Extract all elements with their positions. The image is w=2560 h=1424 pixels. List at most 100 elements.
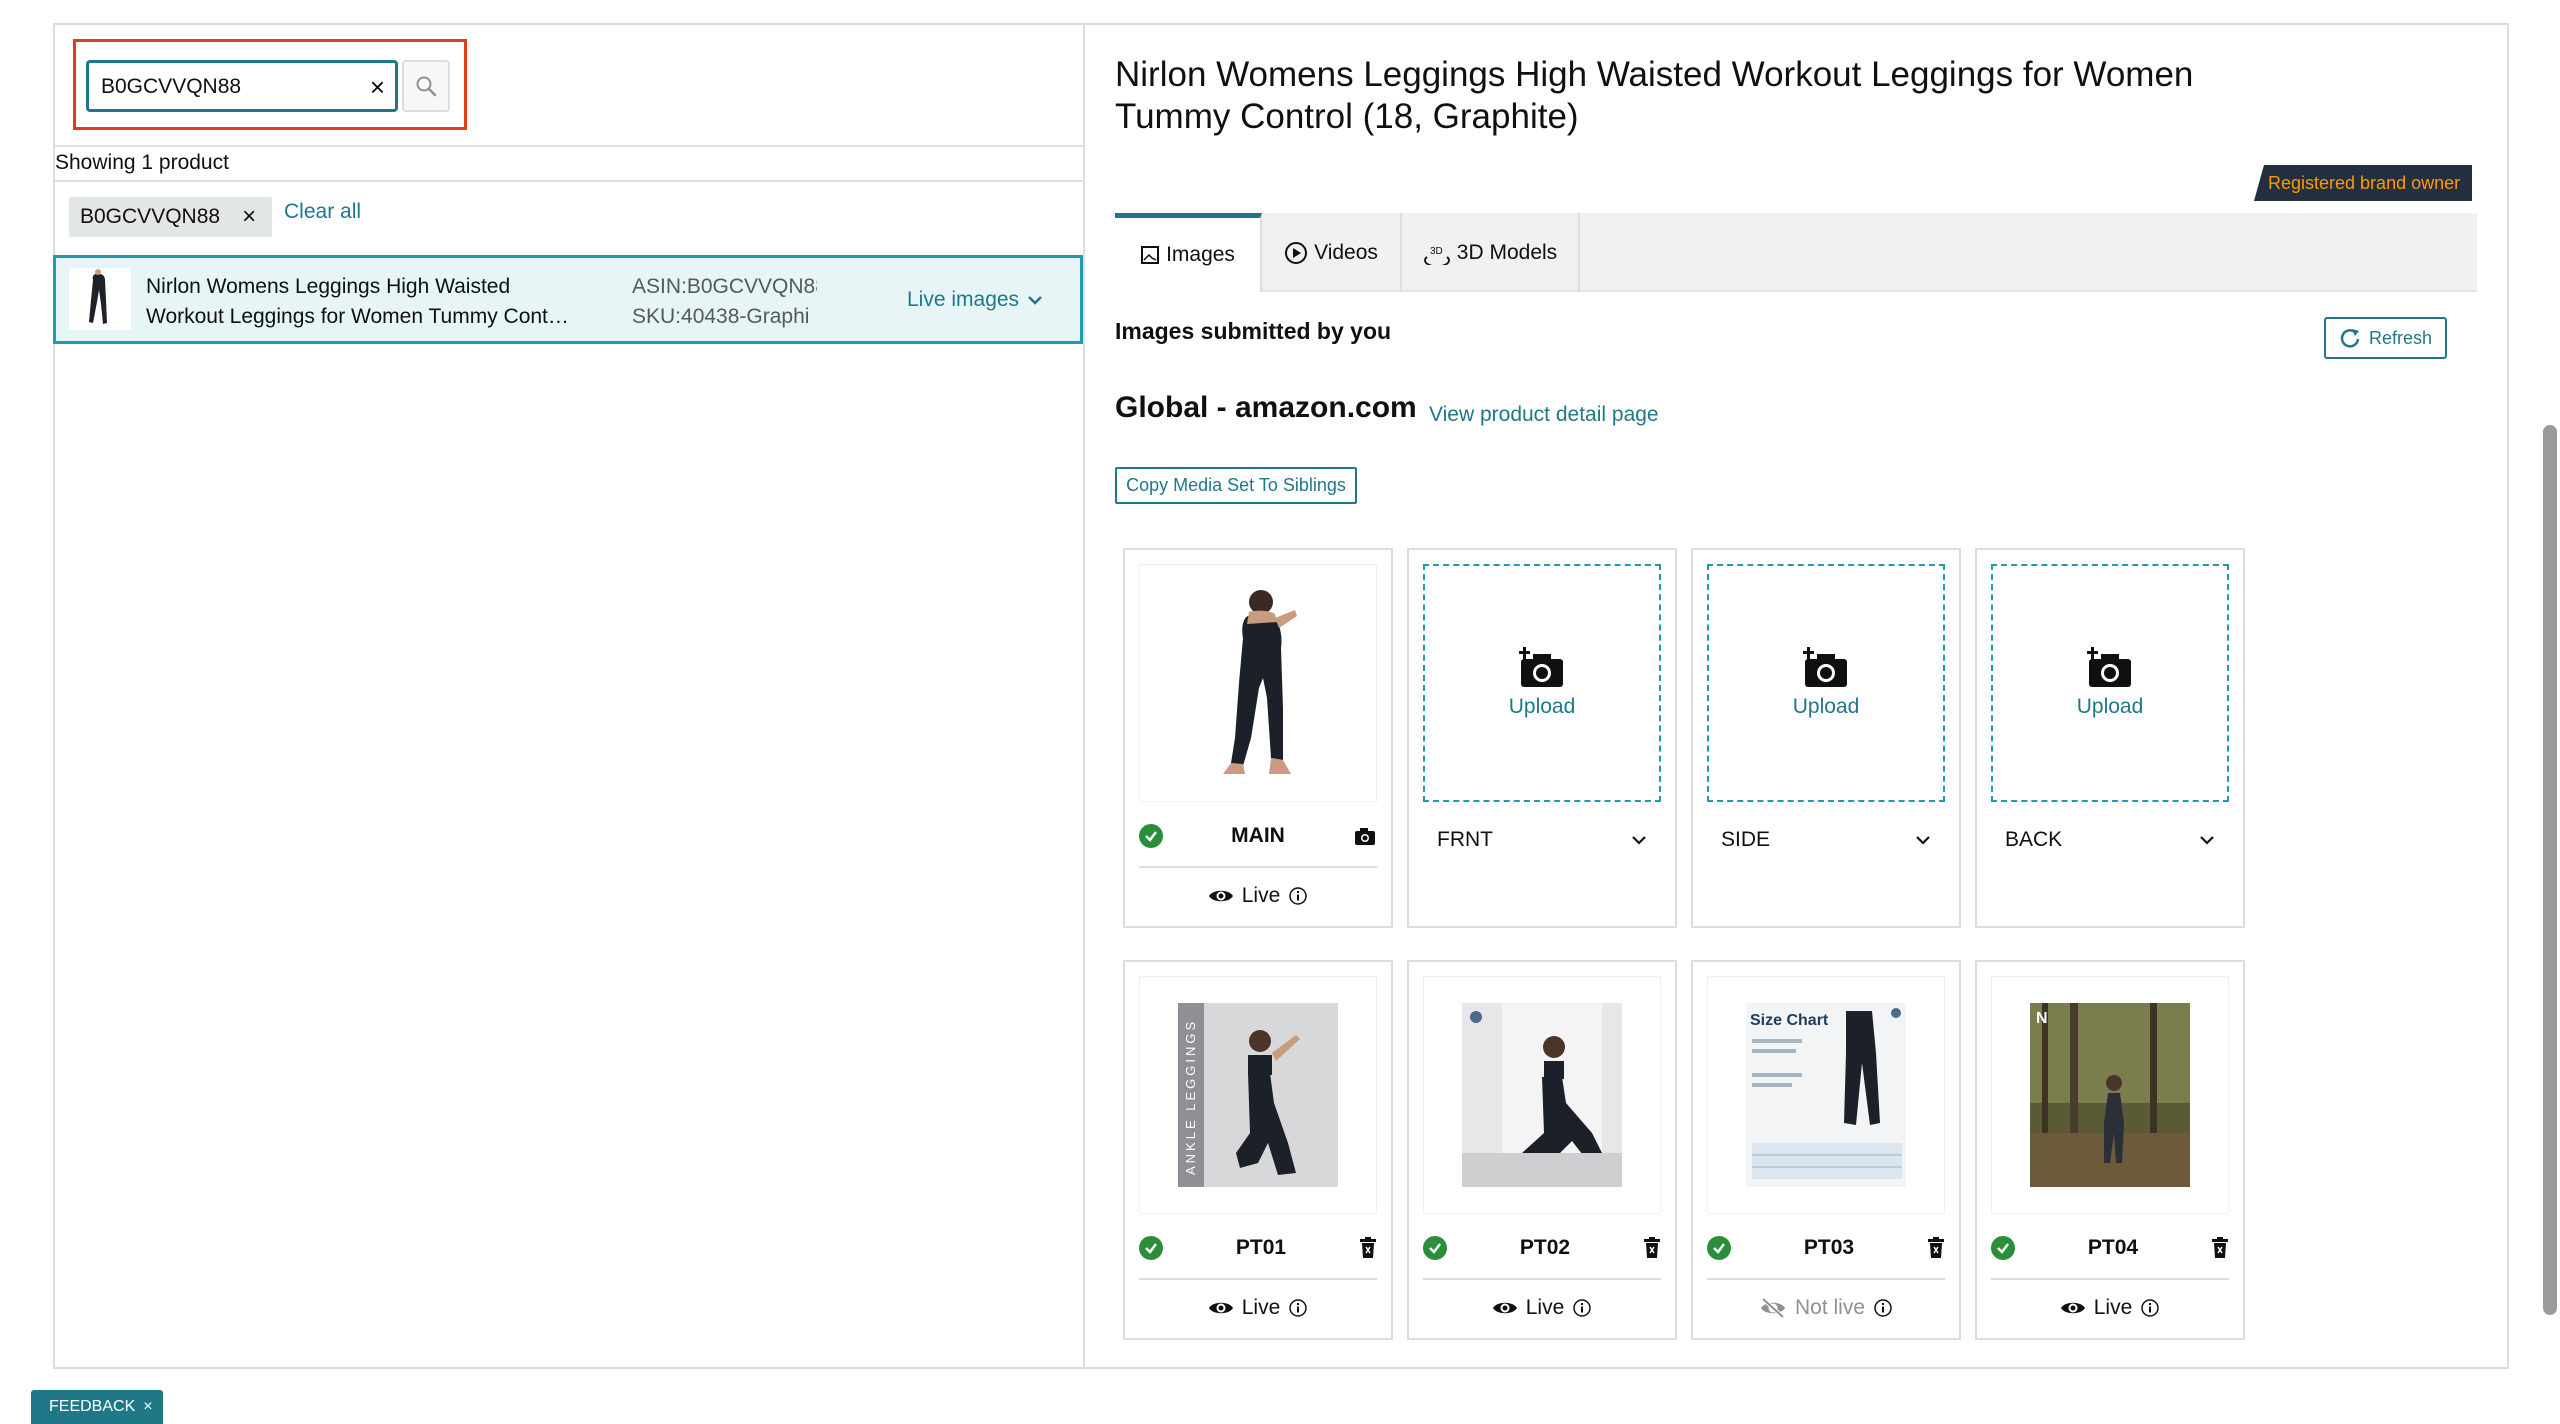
check-circle-icon (1991, 1236, 2015, 1260)
upload-label: Upload (2076, 695, 2144, 718)
upload-area[interactable]: Upload (1707, 564, 1945, 802)
product-asin: ASIN:B0GCVVQN88 (632, 275, 817, 298)
close-feedback-icon[interactable]: × (143, 1398, 152, 1416)
info-icon[interactable] (1572, 1298, 1592, 1318)
divider (1139, 866, 1377, 868)
live-images-label: Live images (907, 288, 1020, 311)
tab-3d-label: 3D Models (1456, 240, 1558, 264)
pt02-image[interactable] (1423, 976, 1661, 1214)
tab-videos[interactable]: Videos (1262, 213, 1402, 292)
scrollbar-thumb[interactable] (2543, 425, 2557, 1315)
info-icon[interactable] (2140, 1298, 2160, 1318)
brand-owner-badge: Registered brand owner (2254, 165, 2473, 201)
chevron-down-icon (1028, 296, 1042, 305)
refresh-label: Refresh (2368, 327, 2433, 348)
refresh-button[interactable]: Refresh (2324, 317, 2447, 359)
tab-3d-models[interactable]: 3D 3D Models (1402, 213, 1580, 292)
status-label: Live (1241, 884, 1281, 907)
results-count: Showing 1 product (53, 145, 1085, 182)
chevron-down-icon (1632, 836, 1646, 845)
image-slot-frnt: Upload FRNT (1407, 548, 1677, 928)
view-product-detail-link[interactable]: View product detail page (1429, 403, 1659, 427)
trash-icon[interactable] (2211, 1237, 2229, 1259)
search-icon (416, 76, 437, 97)
image-slot-pt02: PT02 Live (1407, 960, 1677, 1340)
size-chart-title: Size Chart (1750, 1012, 1829, 1029)
search-input-box[interactable]: × (86, 60, 398, 112)
tab-images-label: Images (1166, 243, 1235, 266)
trash-icon[interactable] (1927, 1237, 1945, 1259)
status-label: Live (1525, 1296, 1565, 1319)
main-image[interactable] (1139, 564, 1377, 802)
product-title[interactable]: Nirlon Womens Leggings High Waisted Work… (146, 272, 606, 332)
divider (1423, 1278, 1661, 1280)
slot-code: PT04 (2087, 1236, 2139, 1259)
info-icon[interactable] (1873, 1298, 1893, 1318)
camera-icon[interactable] (1353, 825, 1377, 847)
product-thumbnail (69, 268, 131, 330)
product-sku: SKU:40438-Graphi (632, 305, 810, 328)
feedback-button[interactable]: FEEDBACK × (31, 1390, 163, 1424)
camera-upload-icon (1803, 647, 1847, 687)
check-circle-icon (1423, 1236, 1447, 1260)
slot-code: SIDE (1721, 828, 1771, 851)
slot-code: BACK (2005, 828, 2063, 851)
image-slot-main: MAIN Live (1123, 548, 1393, 928)
main-slot-header: MAIN (1139, 818, 1377, 854)
image-icon (1141, 246, 1160, 264)
pt02-slot-header: PT02 (1423, 1230, 1661, 1266)
filter-chip-label: B0GCVVQN88 (80, 205, 221, 228)
search-input[interactable] (101, 73, 341, 101)
pt01-image[interactable]: ANKLE LEGGINGS (1139, 976, 1377, 1214)
eye-icon (1208, 890, 1233, 902)
slot-code: MAIN (1231, 824, 1285, 847)
camera-upload-icon (2087, 647, 2131, 687)
image-slot-pt03: Size Chart PT03 Not live (1691, 960, 1961, 1340)
pt01-side-text: ANKLE LEGGINGS (1183, 1019, 1198, 1175)
slot-code: PT01 (1235, 1236, 1287, 1259)
images-heading: Images submitted by you (1115, 318, 1392, 344)
upload-label: Upload (1792, 695, 1860, 718)
trash-icon[interactable] (1643, 1237, 1661, 1259)
chevron-down-icon (1916, 836, 1930, 845)
upload-area[interactable]: Upload (1991, 564, 2229, 802)
feedback-label: FEEDBACK (49, 1398, 136, 1415)
eye-icon (1208, 1302, 1233, 1314)
search-button[interactable] (402, 60, 450, 112)
svg-text:N: N (2036, 1010, 2048, 1027)
pt04-image[interactable]: N (1991, 976, 2229, 1214)
slot-variant-select[interactable]: BACK (2005, 822, 2215, 858)
chevron-down-icon (2200, 836, 2214, 845)
live-images-dropdown[interactable]: Live images (907, 288, 1043, 312)
pt03-image[interactable]: Size Chart (1707, 976, 1945, 1214)
marketplace-label: Global - amazon.com (1115, 391, 1417, 424)
copy-media-button[interactable]: Copy Media Set To Siblings (1115, 467, 1357, 504)
divider (1707, 1278, 1945, 1280)
check-circle-icon (1139, 824, 1163, 848)
slot-status: Live (1991, 1290, 2229, 1326)
upload-label: Upload (1508, 695, 1576, 718)
image-slot-back: Upload BACK (1975, 548, 2245, 928)
eye-slash-icon (1760, 1298, 1785, 1318)
product-title-line2: Workout Leggings for Women Tummy Cont… (146, 305, 569, 328)
eye-icon (1492, 1302, 1517, 1314)
divider (1139, 1278, 1377, 1280)
info-icon[interactable] (1288, 1298, 1308, 1318)
slot-variant-select[interactable]: FRNT (1437, 822, 1647, 858)
3d-icon: 3D (1423, 246, 1450, 265)
slot-status: Live (1139, 878, 1377, 914)
trash-icon[interactable] (1359, 1237, 1377, 1259)
info-icon[interactable] (1288, 886, 1308, 906)
status-label: Live (2093, 1296, 2133, 1319)
pt04-slot-header: PT04 (1991, 1230, 2229, 1266)
slot-variant-select[interactable]: SIDE (1721, 822, 1931, 858)
divider (1991, 1278, 2229, 1280)
camera-upload-icon (1519, 647, 1563, 687)
clear-all-link[interactable]: Clear all (284, 200, 361, 224)
clear-search-icon[interactable]: × (370, 73, 385, 101)
check-circle-icon (1707, 1236, 1731, 1260)
remove-filter-icon[interactable]: × (242, 203, 256, 231)
upload-area[interactable]: Upload (1423, 564, 1661, 802)
tab-images[interactable]: Images (1115, 213, 1262, 292)
filter-chip[interactable]: B0GCVVQN88 × (69, 197, 273, 237)
